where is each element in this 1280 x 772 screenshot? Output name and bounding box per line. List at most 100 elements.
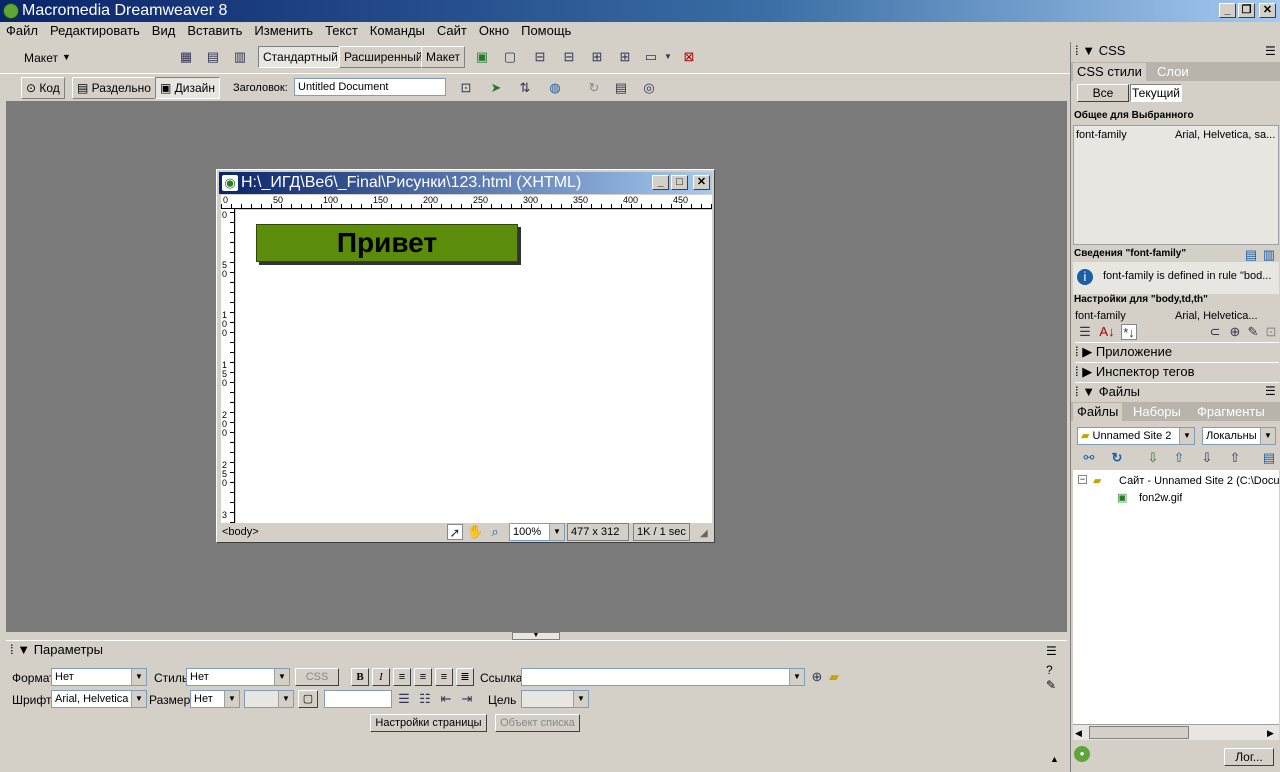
view-options-icon[interactable]: ▤: [613, 80, 629, 96]
zoom-tool-icon[interactable]: ⌕: [487, 524, 503, 540]
tab-assets[interactable]: Наборы: [1133, 403, 1181, 421]
insert-row-below-icon[interactable]: ⊟: [561, 49, 577, 65]
scroll-left-icon[interactable]: ◀: [1075, 726, 1082, 740]
ordered-list-icon[interactable]: ☷: [417, 691, 433, 707]
options-menu-icon[interactable]: ☰: [1265, 43, 1276, 59]
mode-layout-button[interactable]: Макет: [421, 46, 465, 68]
files-panel-header[interactable]: ⁞ ▼ Файлы: [1075, 382, 1279, 400]
pointer-tool-icon[interactable]: ➚: [447, 524, 463, 540]
tab-snippets[interactable]: Фрагменты: [1197, 403, 1265, 421]
css-panel-header[interactable]: ⁞ ▼ CSS: [1075, 42, 1279, 60]
frames-icon[interactable]: ▭: [643, 49, 659, 65]
properties-panel-header[interactable]: ⁞ ▼ Параметры: [10, 641, 103, 659]
doc-maximize-button[interactable]: □: [671, 175, 688, 190]
options-menu-icon[interactable]: ☰: [1265, 383, 1276, 399]
summary-value[interactable]: Arial, Helvetica, sa...: [1175, 128, 1275, 142]
show-cascade-icon[interactable]: ▤: [1243, 247, 1259, 263]
text-color-picker[interactable]: ▢: [298, 690, 318, 708]
outdent-icon[interactable]: ⇤: [438, 691, 454, 707]
help-icon[interactable]: ?: [1046, 662, 1053, 678]
format-select[interactable]: Нет ▼: [51, 668, 147, 686]
tag-inspector-panel-header[interactable]: ⁞ ▶ Инспектор тегов: [1075, 362, 1279, 380]
hand-tool-icon[interactable]: ✋: [467, 524, 483, 540]
tag-selector[interactable]: <body>: [222, 523, 259, 541]
resize-grip-icon[interactable]: ◢: [700, 525, 708, 543]
text-color-input[interactable]: [324, 690, 392, 708]
delete-rule-icon[interactable]: ⊡: [1263, 324, 1279, 340]
align-center-icon[interactable]: ≡: [414, 668, 432, 686]
menu-help[interactable]: Помощь: [515, 22, 577, 40]
scrollbar-thumb[interactable]: [1089, 726, 1189, 739]
refresh-icon[interactable]: ↻: [1109, 450, 1125, 466]
unordered-list-icon[interactable]: ☰: [396, 691, 412, 707]
tree-root-label[interactable]: Сайт - Unnamed Site 2 (C:\Docur: [1119, 474, 1279, 488]
doc-close-button[interactable]: ✕: [693, 175, 710, 190]
refresh-icon[interactable]: ↻: [586, 80, 602, 96]
list-item-button[interactable]: Объект списка: [495, 714, 580, 732]
tree-file-label[interactable]: fon2w.gif: [1139, 491, 1182, 505]
edit-style-icon[interactable]: ✎: [1245, 324, 1261, 340]
browse-folder-icon[interactable]: ▰: [826, 669, 842, 685]
layout-cell-icon[interactable]: ▢: [502, 49, 518, 65]
align-right-icon[interactable]: ≡: [435, 668, 453, 686]
check-in-icon[interactable]: ⇧: [1227, 450, 1243, 466]
page-heading[interactable]: Привет: [256, 224, 518, 262]
code-view-button[interactable]: ⊙ Код: [21, 77, 65, 99]
split-view-button[interactable]: ▤ Раздельно: [72, 77, 156, 99]
restore-button[interactable]: ❐: [1238, 3, 1255, 18]
put-files-icon[interactable]: ⇧: [1171, 450, 1187, 466]
menu-edit[interactable]: Редактировать: [44, 22, 146, 40]
view-select[interactable]: Локальны ▼: [1202, 427, 1276, 445]
expand-panel-icon[interactable]: ▤: [1261, 450, 1277, 466]
link-input[interactable]: ▼: [521, 668, 805, 686]
collapse-tree-icon[interactable]: −: [1078, 475, 1087, 484]
design-canvas[interactable]: Привет: [236, 210, 712, 523]
align-left-icon[interactable]: ≡: [393, 668, 411, 686]
menu-text[interactable]: Текст: [319, 22, 364, 40]
summary-prop[interactable]: font-family: [1076, 128, 1127, 142]
layer-icon[interactable]: ▤: [205, 49, 221, 65]
insert-column-right-icon[interactable]: ⊞: [617, 49, 633, 65]
css-button[interactable]: CSS: [295, 668, 339, 686]
insert-column-left-icon[interactable]: ⊞: [589, 49, 605, 65]
tag-chooser-icon[interactable]: ⊠: [681, 49, 697, 65]
indent-icon[interactable]: ⇥: [459, 691, 475, 707]
set-properties-icon[interactable]: *↓: [1121, 324, 1137, 340]
design-view-button[interactable]: ▣ Дизайн: [155, 77, 221, 99]
table-icon[interactable]: ▦: [178, 49, 194, 65]
menu-insert[interactable]: Вставить: [181, 22, 248, 40]
rule-value[interactable]: Arial, Helvetica...: [1175, 309, 1263, 323]
style-select[interactable]: Нет ▼: [186, 668, 290, 686]
menu-commands[interactable]: Команды: [364, 22, 431, 40]
menu-window[interactable]: Окно: [473, 22, 515, 40]
log-button[interactable]: Лог...: [1224, 748, 1274, 766]
mode-expanded-button[interactable]: Расширенный: [339, 46, 428, 68]
options-menu-icon[interactable]: ☰: [1046, 643, 1057, 659]
menu-modify[interactable]: Изменить: [248, 22, 319, 40]
mode-standard-button[interactable]: Стандартный: [258, 46, 343, 68]
all-mode-button[interactable]: Все: [1077, 84, 1129, 102]
menu-site[interactable]: Сайт: [431, 22, 473, 40]
attach-stylesheet-icon[interactable]: ⊂: [1207, 324, 1223, 340]
zoom-select[interactable]: 100% ▼: [509, 523, 565, 541]
tab-files[interactable]: Файлы: [1073, 403, 1123, 421]
window-size-select[interactable]: 477 x 312: [567, 523, 629, 541]
document-title-input[interactable]: Untitled Document: [294, 78, 446, 96]
alphabetical-view-icon[interactable]: A↓: [1099, 324, 1115, 340]
get-files-icon[interactable]: ⇩: [1145, 450, 1161, 466]
tab-css-styles[interactable]: CSS стили: [1073, 63, 1146, 81]
rule-prop[interactable]: font-family: [1075, 309, 1126, 323]
validate-icon[interactable]: ⊡: [458, 80, 474, 96]
page-properties-button[interactable]: Настройки страницы: [370, 714, 487, 732]
target-select[interactable]: ▼: [521, 690, 589, 708]
chevron-down-icon[interactable]: ▼: [62, 49, 71, 65]
insert-category-dropdown[interactable]: Макет: [24, 50, 58, 66]
show-info-icon[interactable]: ▥: [1261, 247, 1277, 263]
files-horizontal-scrollbar[interactable]: ◀ ▶: [1073, 724, 1279, 740]
file-management-icon[interactable]: ➤: [488, 80, 504, 96]
scroll-right-icon[interactable]: ▶: [1267, 726, 1274, 740]
frame-icon[interactable]: ▥: [232, 49, 248, 65]
current-mode-button[interactable]: Текущий: [1130, 84, 1182, 102]
visual-aids-icon[interactable]: ◎: [641, 80, 657, 96]
site-select[interactable]: ▰ Unnamed Site 2 ▼: [1077, 427, 1195, 445]
